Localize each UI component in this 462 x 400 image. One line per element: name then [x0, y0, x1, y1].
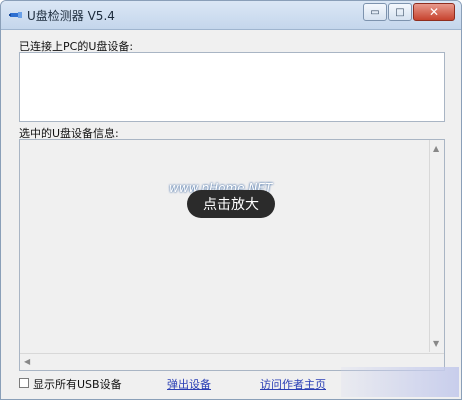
- scroll-down-icon[interactable]: ▼: [433, 339, 439, 348]
- window-controls: ▭ □ ✕: [362, 3, 455, 21]
- zoom-button[interactable]: 点击放大: [187, 190, 275, 218]
- usb-icon: [9, 12, 22, 18]
- scroll-left-icon[interactable]: ◀: [24, 357, 30, 366]
- window-title: U盘检测器 V5.4: [27, 9, 115, 23]
- vertical-scrollbar[interactable]: ▲ ▼: [429, 140, 444, 352]
- close-button[interactable]: ✕: [413, 3, 455, 21]
- eject-device-link[interactable]: 弹出设备: [167, 376, 211, 392]
- maximize-button[interactable]: □: [388, 3, 412, 21]
- blurred-overlay: [341, 367, 459, 397]
- visit-author-link[interactable]: 访问作者主页: [260, 376, 326, 392]
- show-all-usb-checkbox[interactable]: [19, 378, 29, 388]
- scroll-up-icon[interactable]: ▲: [433, 144, 439, 153]
- app-window: U盘检测器 V5.4 ▭ □ ✕ 已连接上PC的U盘设备: 选中的U盘设备信息:…: [0, 0, 462, 400]
- connected-devices-list[interactable]: [19, 52, 445, 122]
- minimize-button[interactable]: ▭: [363, 3, 387, 21]
- device-info-panel[interactable]: ▲ ▼ ◀: [19, 139, 445, 371]
- title-bar[interactable]: U盘检测器 V5.4 ▭ □ ✕: [1, 1, 461, 30]
- show-all-usb-label: 显示所有USB设备: [33, 378, 122, 391]
